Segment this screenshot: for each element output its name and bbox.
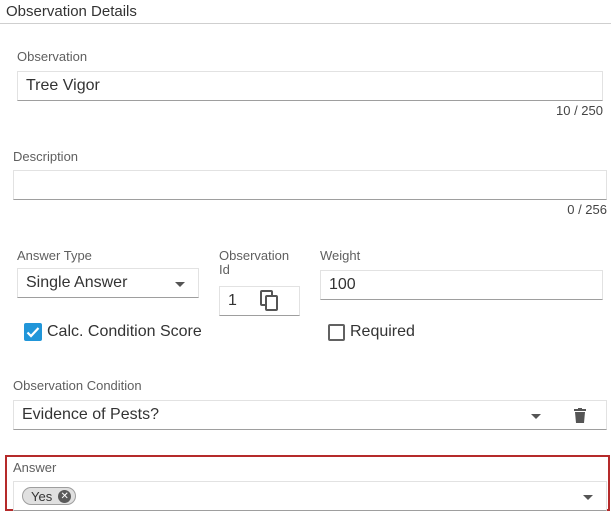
observation-condition-select[interactable]: Evidence of Pests? (13, 400, 607, 430)
answer-type-select[interactable]: Single Answer (17, 268, 199, 298)
chip-remove-icon[interactable]: ✕ (58, 489, 72, 503)
observation-id-label: Observation Id (219, 249, 289, 277)
description-input[interactable] (13, 170, 607, 200)
answer-select[interactable]: Yes ✕ (13, 481, 607, 511)
answer-chip[interactable]: Yes ✕ (22, 487, 77, 505)
caret-down-icon[interactable] (583, 495, 593, 500)
calc-condition-score-label: Calc. Condition Score (47, 323, 202, 340)
answer-chip-label: Yes (31, 488, 53, 504)
observation-id-label-line2: Id (219, 262, 230, 277)
observation-id-field: 1 (219, 286, 300, 316)
answer-label: Answer (13, 460, 57, 475)
required-checkbox[interactable]: Required (328, 323, 415, 341)
answer-type-label: Answer Type (17, 248, 92, 263)
description-char-counter: 0 / 256 (567, 202, 607, 217)
observation-id-label-line1: Observation (219, 248, 290, 263)
checkbox-unchecked-icon (328, 323, 345, 341)
trash-icon[interactable] (574, 408, 586, 428)
weight-input[interactable]: 100 (320, 270, 603, 300)
observation-label: Observation (17, 49, 88, 64)
observation-id-value: 1 (228, 292, 237, 309)
calc-condition-score-checkbox[interactable]: Calc. Condition Score (24, 323, 202, 341)
observation-condition-value: Evidence of Pests? (22, 406, 159, 423)
required-label: Required (350, 323, 415, 340)
answer-section: Answer Yes ✕ (5, 455, 610, 511)
description-label: Description (13, 149, 79, 164)
observation-input-value: Tree Vigor (26, 77, 100, 94)
caret-down-icon (175, 282, 185, 287)
observation-condition-label: Observation Condition (13, 378, 142, 393)
section-title: Observation Details (6, 3, 137, 20)
observation-char-counter: 10 / 250 (556, 103, 603, 118)
weight-label: Weight (320, 248, 361, 263)
checkbox-checked-icon (24, 323, 42, 341)
weight-input-value: 100 (329, 276, 356, 293)
section-divider (0, 23, 611, 24)
copy-icon[interactable] (260, 290, 280, 317)
observation-input[interactable]: Tree Vigor (17, 71, 603, 101)
caret-down-icon[interactable] (531, 414, 541, 419)
answer-type-value: Single Answer (26, 274, 128, 291)
